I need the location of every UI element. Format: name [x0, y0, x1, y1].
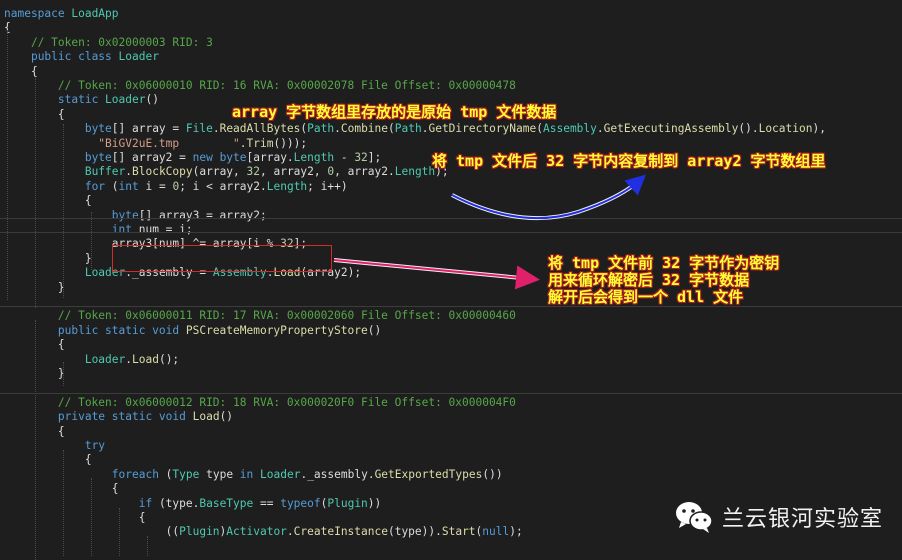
watermark-text: 兰云银河实验室 — [722, 507, 884, 532]
pink-arrow-core — [333, 259, 540, 290]
annotation-array-original: array 字节数组里存放的是原始 tmp 文件数据 — [232, 103, 557, 121]
annotation-line: 将 tmp 文件前 32 字节作为密钥 — [548, 254, 780, 272]
annotation-xor-decrypt: 将 tmp 文件前 32 字节作为密钥 用来循环解密后 32 字节数据 解开后会… — [548, 255, 779, 306]
wechat-icon — [674, 499, 714, 535]
blue-arrow-core — [451, 174, 646, 220]
watermark: 兰云银河实验室 — [674, 497, 883, 537]
annotation-copy-to-array2: 将 tmp 文件后 32 字节内容复制到 array2 字节数组里 — [432, 152, 826, 170]
annotation-line: 解开后会得到一个 dll 文件 — [548, 288, 744, 306]
annotation-line: 用来循环解密后 32 字节数据 — [548, 271, 750, 289]
